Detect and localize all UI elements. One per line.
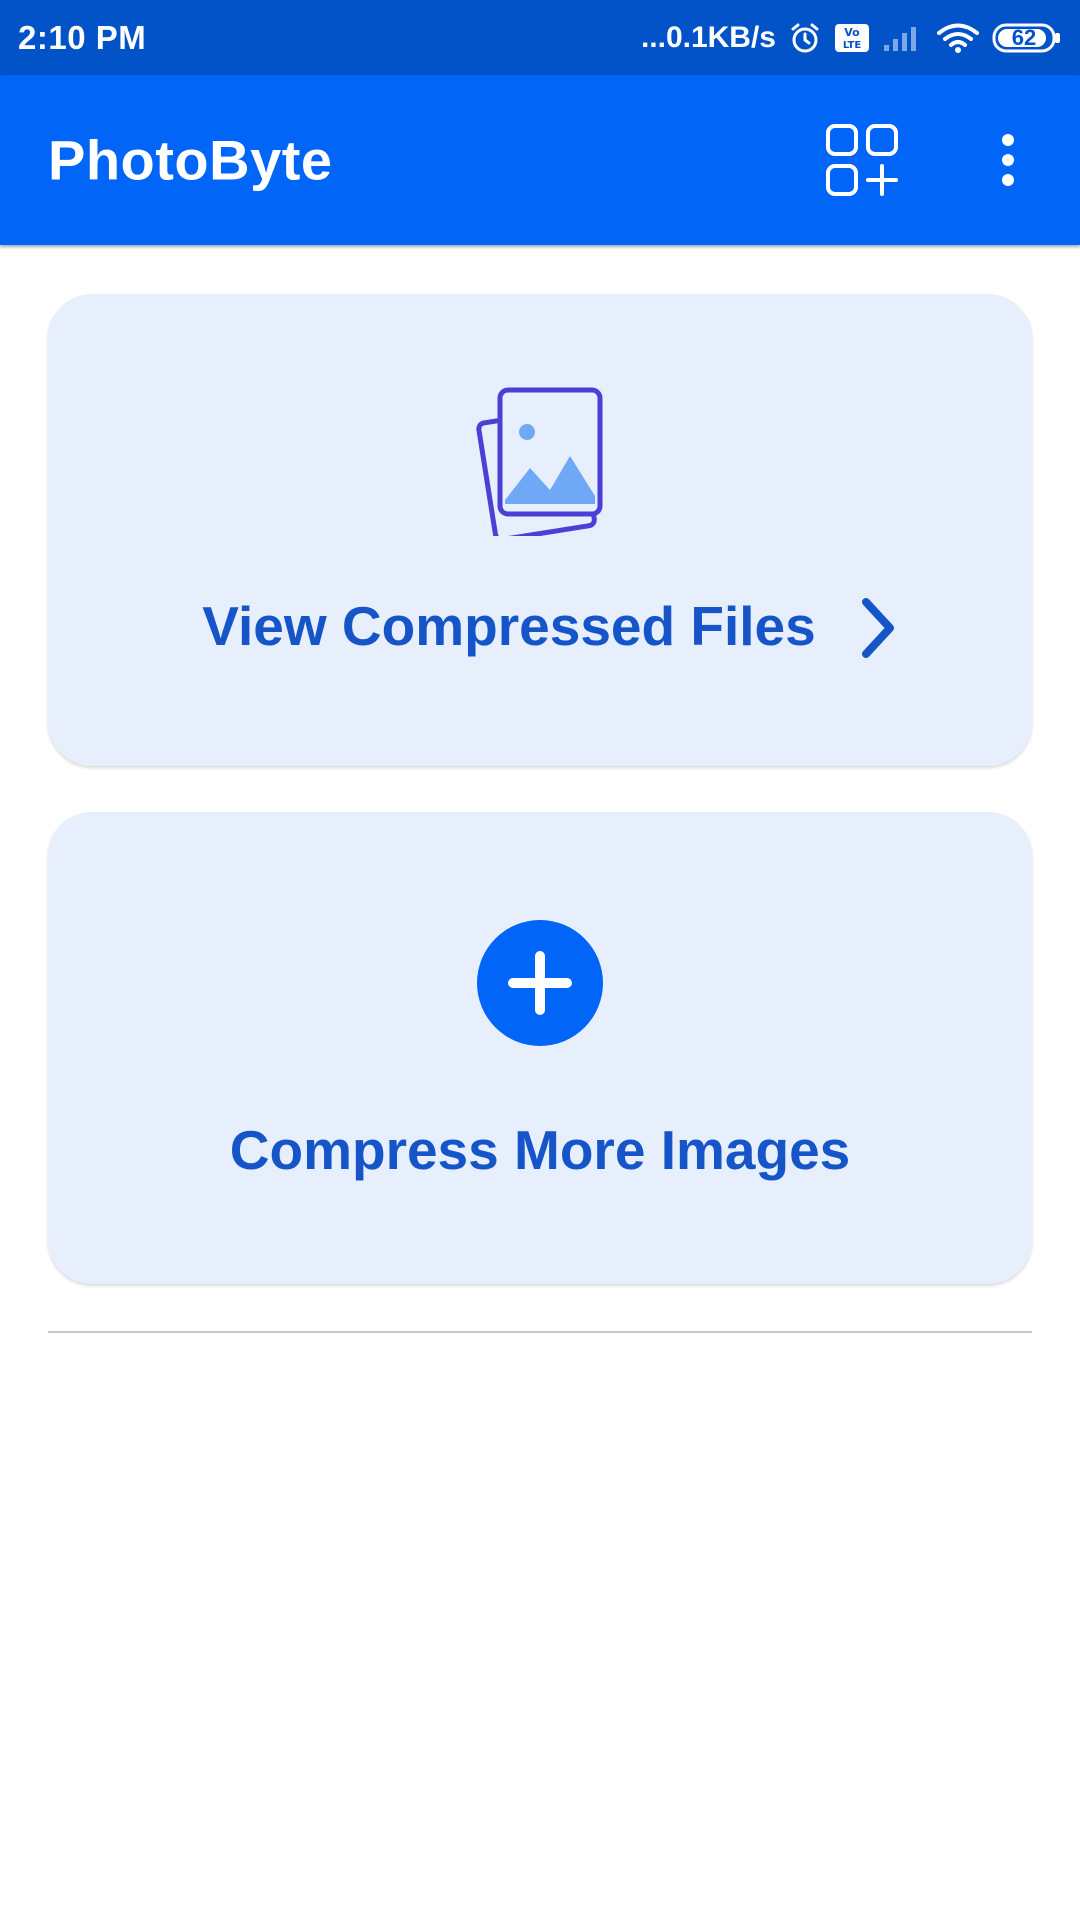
more-vert-icon	[1002, 134, 1014, 186]
view-compressed-files-card[interactable]: View Compressed Files	[48, 294, 1032, 766]
chevron-right-icon	[862, 598, 894, 658]
alarm-icon	[788, 21, 822, 55]
apps-add-button[interactable]	[822, 120, 902, 200]
svg-text:LTE: LTE	[843, 40, 862, 51]
app-bar: PhotoByte	[0, 75, 1080, 245]
volte-icon: Vo LTE	[834, 23, 870, 53]
apps-add-icon	[826, 124, 898, 196]
status-bar: 2:10 PM ...0.1KB/s Vo LTE 62	[0, 0, 1080, 75]
divider	[48, 1331, 1032, 1333]
compress-more-images-label: Compress More Images	[229, 1119, 851, 1181]
wifi-icon	[936, 22, 980, 54]
photo-stack-icon	[476, 387, 603, 536]
svg-text:Vo: Vo	[844, 26, 860, 39]
status-indicators: ...0.1KB/s Vo LTE 62	[641, 21, 1062, 55]
network-speed: ...0.1KB/s	[640, 20, 776, 54]
battery-level: 62	[1011, 24, 1037, 50]
plus-circle-icon	[477, 920, 603, 1046]
app-title: PhotoByte	[48, 128, 333, 192]
compress-more-images-card[interactable]: Compress More Images	[48, 812, 1032, 1284]
signal-icon	[882, 23, 924, 53]
battery-icon: 62	[992, 23, 1062, 53]
status-time: 2:10 PM	[18, 18, 147, 56]
more-options-button[interactable]	[978, 120, 1038, 200]
